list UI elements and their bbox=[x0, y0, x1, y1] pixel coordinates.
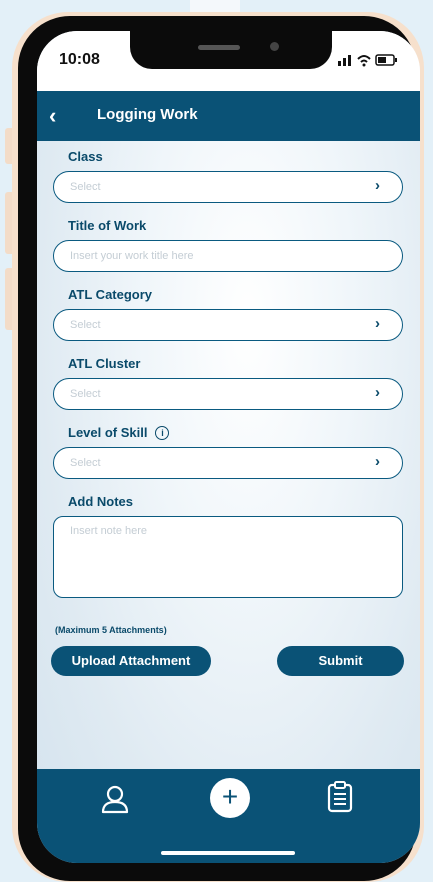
max-attachments-note: (Maximum 5 Attachments) bbox=[55, 625, 167, 635]
atl-cluster-placeholder: Select bbox=[70, 388, 101, 400]
atl-category-label: ATL Category bbox=[68, 287, 153, 302]
upload-attachment-button[interactable]: Upload Attachment bbox=[51, 646, 211, 676]
back-chevron-icon[interactable]: ‹ bbox=[49, 103, 56, 129]
atl-category-select[interactable]: Select › bbox=[53, 309, 403, 341]
chevron-right-icon: › bbox=[375, 384, 380, 401]
atl-cluster-label: ATL Cluster bbox=[68, 356, 141, 371]
notes-label: Add Notes bbox=[68, 494, 133, 509]
screen: 10:08 ‹ Logging Work Class Select › Titl… bbox=[37, 31, 420, 863]
home-indicator bbox=[161, 851, 295, 855]
notes-textarea[interactable]: Insert note here bbox=[53, 516, 403, 598]
tab-bar: + bbox=[37, 769, 420, 863]
status-time: 10:08 bbox=[59, 51, 100, 68]
title-label: Title of Work bbox=[68, 218, 147, 233]
atl-cluster-select[interactable]: Select › bbox=[53, 378, 403, 410]
class-label: Class bbox=[68, 149, 103, 164]
notes-placeholder: Insert note here bbox=[70, 525, 148, 537]
title-placeholder: Insert your work title here bbox=[70, 250, 194, 262]
camera bbox=[270, 42, 279, 51]
add-plus-icon[interactable]: + bbox=[210, 778, 250, 818]
chevron-right-icon: › bbox=[375, 453, 380, 470]
class-placeholder: Select bbox=[70, 181, 101, 193]
user-icon[interactable] bbox=[99, 783, 131, 820]
class-select[interactable]: Select › bbox=[53, 171, 403, 203]
skill-select[interactable]: Select › bbox=[53, 447, 403, 479]
skill-label-wrap: Level of Skill i bbox=[68, 425, 170, 440]
title-input[interactable]: Insert your work title here bbox=[53, 240, 403, 272]
skill-label: Level of Skill bbox=[68, 425, 148, 440]
signal-wifi-battery-icon bbox=[338, 54, 397, 67]
clipboard-icon[interactable] bbox=[326, 781, 354, 818]
status-icons bbox=[338, 53, 398, 70]
chevron-right-icon: › bbox=[375, 315, 380, 332]
chevron-right-icon: › bbox=[375, 177, 380, 194]
notch bbox=[130, 31, 332, 69]
skill-placeholder: Select bbox=[70, 457, 101, 469]
submit-button[interactable]: Submit bbox=[277, 646, 404, 676]
atl-category-placeholder: Select bbox=[70, 319, 101, 331]
app-header: ‹ Logging Work bbox=[37, 91, 420, 141]
speaker bbox=[198, 45, 240, 50]
info-icon[interactable]: i bbox=[155, 426, 170, 440]
page-title: Logging Work bbox=[97, 106, 198, 123]
